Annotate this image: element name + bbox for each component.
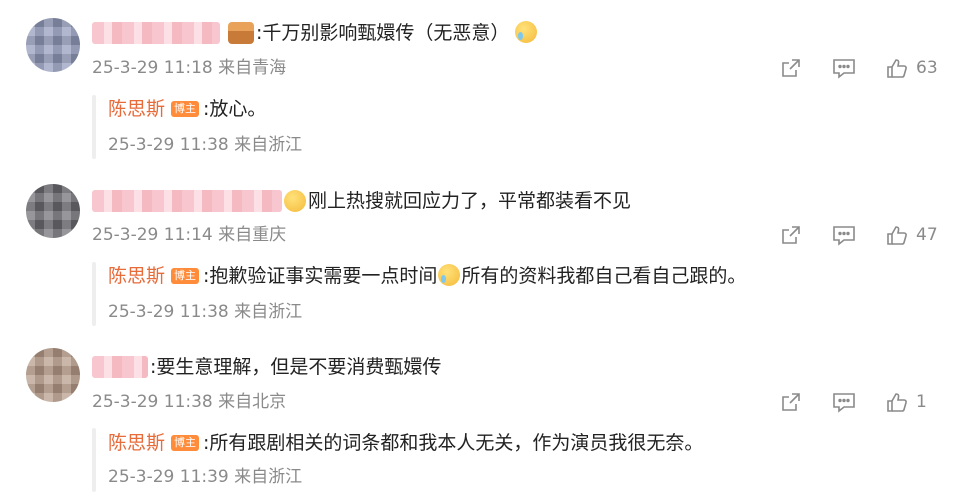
reply-divider — [92, 95, 96, 159]
reply-timestamp: 25-3-29 11:38 来自浙江 — [108, 302, 303, 322]
crying-emoji-icon — [515, 21, 538, 43]
thumbs-up-icon[interactable] — [886, 224, 908, 246]
like-count: 1 — [916, 392, 927, 412]
reply-author[interactable]: 陈思斯 — [108, 265, 165, 287]
thumbs-up-icon[interactable] — [886, 57, 908, 79]
avatar[interactable] — [26, 184, 80, 238]
reply: 陈思斯 博主:放心。 — [108, 97, 266, 121]
blogger-badge: 博主 — [171, 101, 200, 117]
reply-timestamp: 25-3-29 11:39 来自浙江 — [108, 467, 303, 487]
comment-text: :千万别影响甄嬛传（无恶意） — [256, 21, 538, 45]
reply-text: :抱歉验证事实需要一点时间 — [203, 265, 438, 287]
reply-divider — [92, 262, 96, 326]
avatar[interactable] — [26, 18, 80, 72]
comment-actions: 63 — [780, 55, 940, 81]
reply: 陈思斯 博主:所有跟剧相关的词条都和我本人无关，作为演员我很无奈。 — [108, 431, 703, 455]
reply-divider — [92, 428, 96, 492]
comment-icon[interactable] — [832, 391, 856, 413]
gift-icon — [228, 22, 254, 44]
comment-timestamp: 25-3-29 11:38 来自北京 — [92, 392, 287, 412]
like-count: 63 — [916, 58, 938, 78]
comment-icon[interactable] — [832, 224, 856, 246]
reply: 陈思斯 博主:抱歉验证事实需要一点时间 所有的资料我都自己看自己跟的。 — [108, 264, 746, 288]
comment-text: :要生意理解，但是不要消费甄嬛传 — [150, 356, 442, 378]
blogger-badge: 博主 — [171, 268, 200, 284]
thumbs-up-icon[interactable] — [886, 391, 908, 413]
blurred-username[interactable] — [92, 356, 148, 378]
reply-author[interactable]: 陈思斯 — [108, 98, 165, 120]
blurred-emoji-icon — [284, 190, 306, 212]
like-count: 47 — [916, 225, 938, 245]
comment-icon[interactable] — [832, 57, 856, 79]
comment-actions: 1 — [780, 389, 940, 415]
blurred-username[interactable] — [92, 22, 220, 44]
blurred-username[interactable] — [92, 190, 282, 212]
comment-timestamp: 25-3-29 11:18 来自青海 — [92, 58, 287, 78]
reply-text: :所有跟剧相关的词条都和我本人无关，作为演员我很无奈。 — [203, 432, 704, 454]
comment-timestamp: 25-3-29 11:14 来自重庆 — [92, 225, 287, 245]
share-icon[interactable] — [780, 224, 802, 246]
blogger-badge: 博主 — [171, 435, 200, 451]
reply-text: :放心。 — [203, 98, 267, 120]
share-icon[interactable] — [780, 57, 802, 79]
reply-text-continued: 所有的资料我都自己看自己跟的。 — [461, 265, 747, 287]
comment-text: 刚上热搜就回应力了，平常都装看不见 — [308, 190, 632, 212]
share-icon[interactable] — [780, 391, 802, 413]
comment-actions: 47 — [780, 222, 940, 248]
reply-author[interactable]: 陈思斯 — [108, 432, 165, 454]
laugh-cry-emoji-icon — [438, 264, 461, 286]
avatar[interactable] — [26, 348, 80, 402]
reply-timestamp: 25-3-29 11:38 来自浙江 — [108, 135, 303, 155]
